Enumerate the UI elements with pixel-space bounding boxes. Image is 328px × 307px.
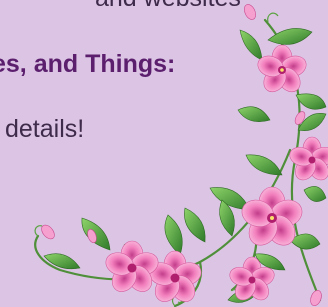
flowers	[41, 4, 328, 307]
flower-icon	[105, 240, 159, 292]
flower-vine-decoration	[34, 4, 328, 307]
flower-icon	[257, 44, 307, 93]
slide-fragment: and websites es, and Things: details!	[0, 0, 328, 307]
